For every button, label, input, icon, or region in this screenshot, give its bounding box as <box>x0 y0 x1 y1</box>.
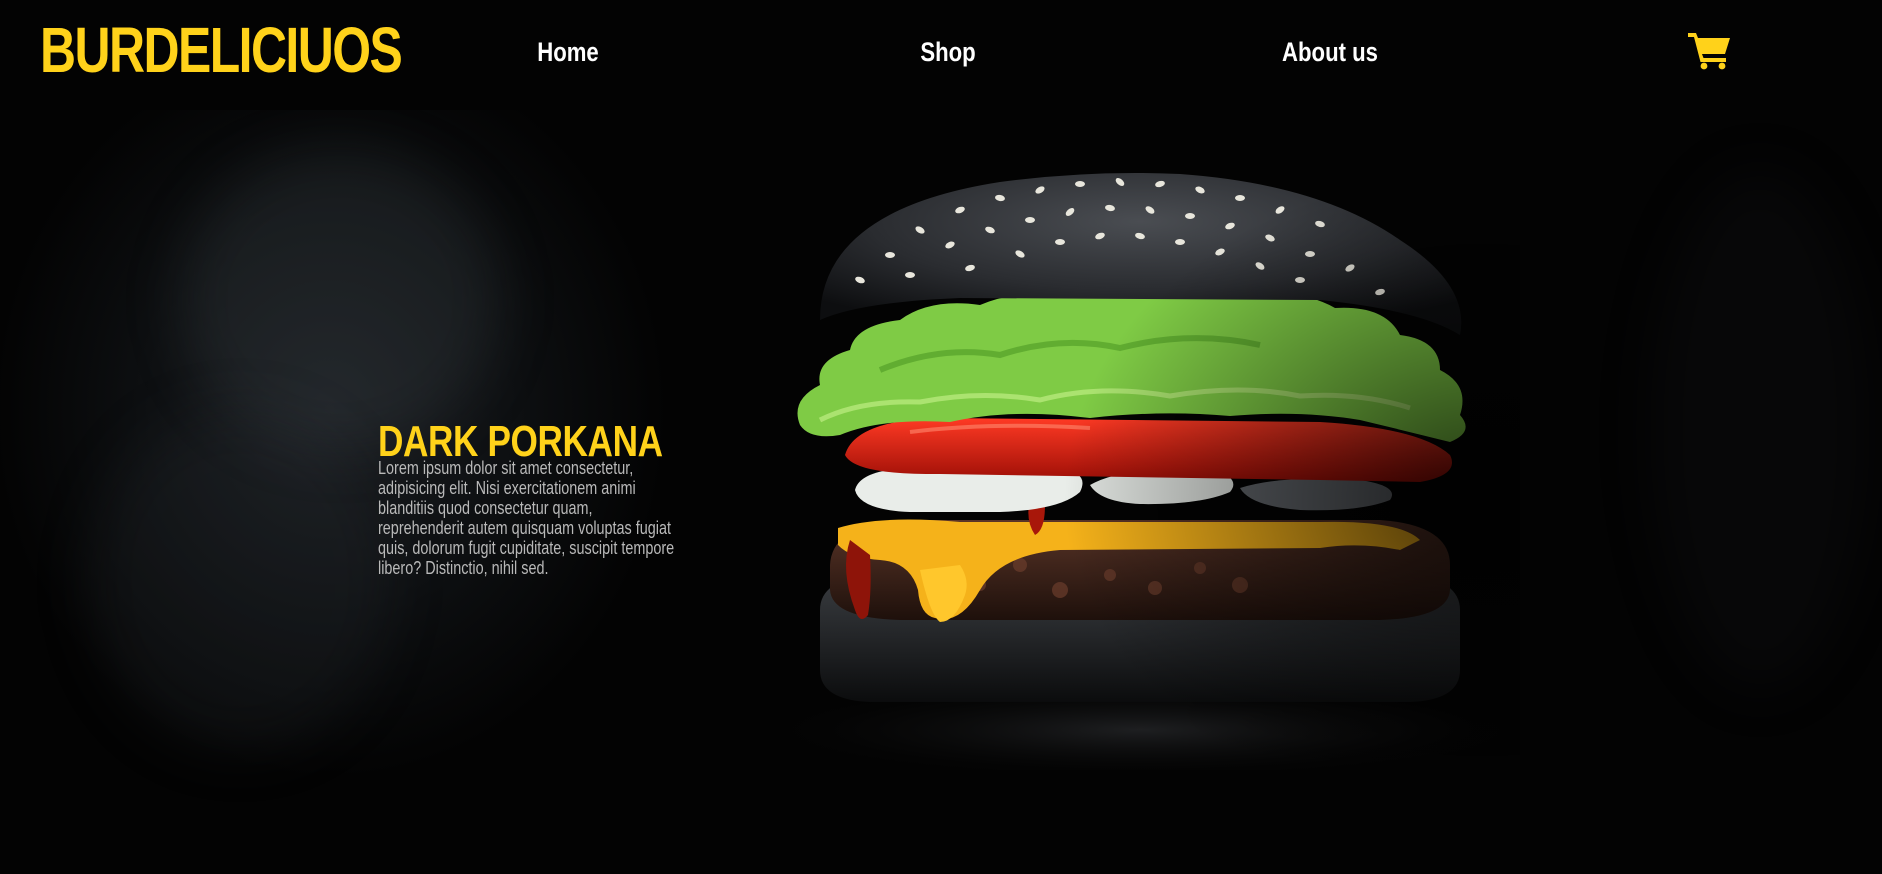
brand-logo[interactable]: BURDELICIUOS <box>40 6 403 94</box>
navbar: BURDELICIUOS Home Shop About us <box>0 0 1882 110</box>
burger-image <box>760 170 1520 770</box>
nav-link-home[interactable]: Home <box>486 30 650 74</box>
hero-section: DARK PORKANA Lorem ipsum dolor sit amet … <box>0 110 1882 874</box>
smoke-background <box>1650 170 1870 690</box>
nav-link-shop[interactable]: Shop <box>866 30 1030 74</box>
smoke-background <box>180 150 500 450</box>
product-description: Lorem ipsum dolor sit amet consectetur, … <box>378 458 675 578</box>
shopping-cart-icon[interactable] <box>1688 30 1732 70</box>
smoke-background <box>90 410 390 750</box>
nav-link-about-us[interactable]: About us <box>1248 30 1412 74</box>
